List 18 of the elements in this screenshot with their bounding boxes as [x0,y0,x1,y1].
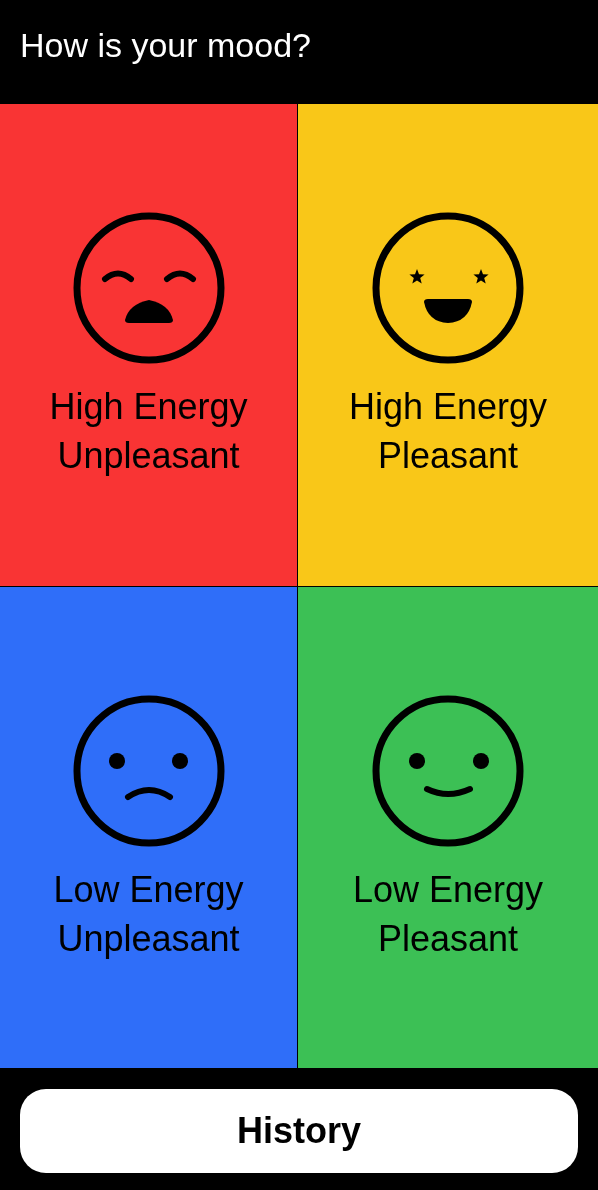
smiling-face-icon [372,695,524,847]
mood-tile[interactable]: Low Energy Pleasant [298,587,598,1068]
distressed-face-icon [72,212,225,364]
sad-face-icon [72,695,225,847]
smiling-face-icon [372,212,524,364]
mood-label: Unpleasant [57,434,240,478]
mood-label: Pleasant [377,917,519,961]
mood-tile[interactable]: High Energy Pleasant [298,104,598,586]
page-title: How is your mood? [20,25,311,65]
mood-label: High Energy [348,385,548,429]
mood-tile[interactable]: High Energy Unpleasant [0,104,297,586]
mood-label: High Energy [49,385,248,429]
mood-label: Low Energy [352,868,544,912]
mood-label: Low Energy [53,868,244,912]
history-button[interactable]: History [20,1089,578,1173]
mood-label: Unpleasant [57,917,240,961]
mood-label: Pleasant [377,434,519,478]
mood-tile[interactable]: Low Energy Unpleasant [0,587,297,1068]
